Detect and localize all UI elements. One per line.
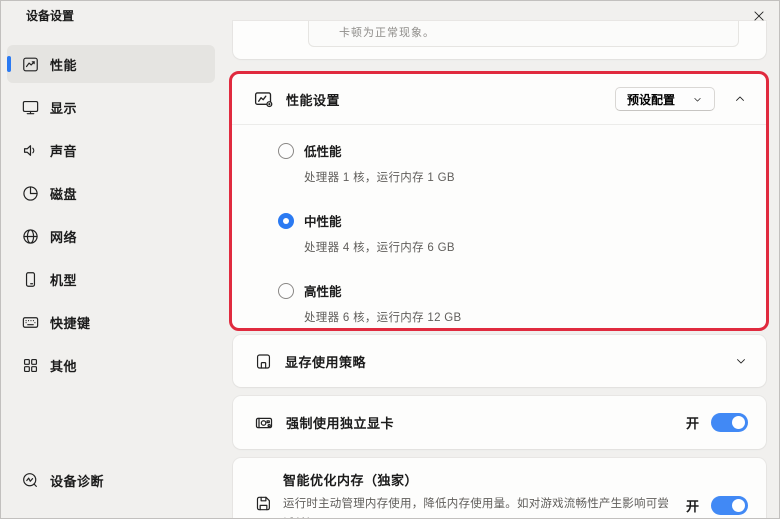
option-description: 处理器 1 核，运行内存 1 GB (304, 169, 766, 185)
gpu-card-icon (254, 413, 274, 433)
toggle-state-label: 开 (686, 496, 699, 515)
collapse-section-button[interactable] (729, 88, 751, 110)
sidebar-item-diagnostics[interactable]: 设备诊断 (21, 471, 104, 490)
section-title: 显存使用策略 (285, 352, 366, 371)
sidebar-item-label: 声音 (50, 141, 77, 160)
sidebar-item-label: 其他 (50, 356, 77, 375)
sidebar-item-performance[interactable]: 性能 (7, 45, 215, 83)
option-low-performance[interactable]: 低性能 处理器 1 核，运行内存 1 GB (278, 141, 766, 185)
sidebar-item-label: 磁盘 (50, 184, 77, 203)
option-label: 中性能 (304, 211, 342, 230)
device-settings-window: 设备设置 性能 显示 声音 (0, 0, 780, 519)
previous-section-card: 卡顿为正常现象。 (233, 21, 766, 59)
performance-settings-icon (253, 89, 274, 110)
scrolled-note-box: 卡顿为正常现象。 (308, 21, 739, 47)
scrolled-note-text: 卡顿为正常现象。 (339, 24, 435, 40)
sidebar-footer-label: 设备诊断 (50, 471, 104, 490)
option-description: 处理器 4 核，运行内存 6 GB (304, 239, 766, 255)
radio-selected[interactable] (278, 213, 294, 229)
option-medium-performance[interactable]: 中性能 处理器 4 核，运行内存 6 GB (278, 211, 766, 255)
option-description: 处理器 6 核，运行内存 12 GB (304, 309, 766, 325)
sidebar-item-network[interactable]: 网络 (7, 217, 215, 255)
section-title: 智能优化内存（独家） (283, 470, 675, 489)
diagnostics-pulse-icon (21, 471, 40, 490)
smart-memory-text: 智能优化内存（独家） 运行时主动管理内存使用，降低内存使用量。如对游戏流畅性产生… (283, 470, 675, 519)
window-title: 设备设置 (26, 7, 74, 24)
force-discrete-gpu-section: 强制使用独立显卡 开 (233, 396, 766, 449)
sidebar-item-hotkeys[interactable]: 快捷键 (7, 303, 215, 341)
floppy-disk-icon (254, 494, 273, 513)
sidebar-item-label: 性能 (50, 55, 77, 74)
sidebar-item-others[interactable]: 其他 (7, 346, 215, 384)
sidebar-item-label: 快捷键 (50, 313, 91, 332)
section-description: 运行时主动管理内存使用，降低内存使用量。如对游戏流畅性产生影响可尝试关闭。 (283, 495, 675, 519)
speaker-icon (21, 141, 40, 160)
globe-icon (21, 227, 40, 246)
sidebar-item-display[interactable]: 显示 (7, 88, 215, 126)
tablet-icon (21, 270, 40, 289)
sidebar-item-device-model[interactable]: 机型 (7, 260, 215, 298)
active-indicator (7, 56, 11, 72)
option-label: 低性能 (304, 141, 342, 160)
memory-toggle-on[interactable] (711, 496, 748, 515)
pie-chart-icon (21, 184, 40, 203)
keyboard-icon (21, 313, 40, 332)
monitor-icon (21, 98, 40, 117)
performance-options: 低性能 处理器 1 核，运行内存 1 GB 中性能 处理器 4 核，运行内存 6… (232, 125, 766, 325)
sidebar-item-label: 显示 (50, 98, 77, 117)
performance-chart-icon (21, 55, 40, 74)
sidebar: 性能 显示 声音 磁盘 (7, 45, 215, 389)
vram-strategy-section[interactable]: 显存使用策略 (233, 335, 766, 387)
section-title: 性能设置 (286, 90, 340, 109)
sidebar-item-disk[interactable]: 磁盘 (7, 174, 215, 212)
section-title: 强制使用独立显卡 (286, 413, 394, 432)
chevron-up-icon (733, 92, 747, 106)
vram-card-icon (254, 352, 273, 371)
sidebar-item-label: 机型 (50, 270, 77, 289)
gpu-toggle-on[interactable] (711, 413, 748, 432)
preset-config-dropdown[interactable]: 预设配置 (615, 87, 715, 111)
option-label: 高性能 (304, 281, 342, 300)
option-high-performance[interactable]: 高性能 处理器 6 核，运行内存 12 GB (278, 281, 766, 325)
chevron-down-icon[interactable] (734, 354, 748, 368)
sidebar-item-sound[interactable]: 声音 (7, 131, 215, 169)
radio-unselected[interactable] (278, 283, 294, 299)
chevron-down-icon (692, 94, 703, 105)
radio-unselected[interactable] (278, 143, 294, 159)
performance-settings-section: 性能设置 预设配置 低性能 处理器 1 核，运行内存 1 GB (229, 71, 769, 331)
grid-icon (21, 356, 40, 375)
smart-memory-section: 智能优化内存（独家） 运行时主动管理内存使用，降低内存使用量。如对游戏流畅性产生… (233, 458, 766, 519)
smart-memory-controls: 开 (686, 496, 748, 515)
sidebar-item-label: 网络 (50, 227, 77, 246)
toggle-state-label: 开 (686, 413, 699, 432)
preset-config-label: 预设配置 (627, 91, 675, 108)
performance-settings-header: 性能设置 预设配置 (232, 74, 766, 125)
